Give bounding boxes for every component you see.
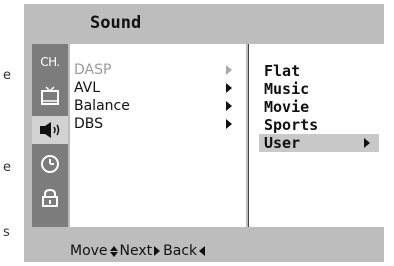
sidebar-item-time[interactable]: [32, 150, 68, 178]
preset-options-panel: Flat Music Movie Sports User: [248, 44, 385, 227]
edge-letter-bottom: s: [3, 225, 10, 240]
key-hint-bar: Move Next Back: [70, 240, 207, 262]
edge-letter-middle: e: [3, 160, 11, 175]
hint-next-label: Next: [119, 243, 153, 259]
option-sports[interactable]: Sports: [259, 116, 379, 134]
sound-menu-panel: DASP AVL Balance DBS: [70, 44, 246, 227]
menu-item-dasp[interactable]: DASP: [74, 62, 240, 80]
sidebar-item-picture[interactable]: [32, 82, 68, 110]
chevron-right-icon: [226, 83, 232, 93]
osd-window: Sound CH. DASP AVL Balance DBS Flat Musi…: [24, 4, 385, 262]
tv-icon: [41, 86, 59, 105]
option-label: User: [264, 134, 301, 152]
lock-icon: [42, 188, 58, 207]
channel-icon: CH.: [40, 55, 60, 69]
menu-item-dbs[interactable]: DBS: [74, 116, 240, 134]
hint-move-label: Move: [70, 243, 108, 259]
window-title: Sound: [90, 13, 142, 33]
chevron-right-icon: [226, 65, 232, 75]
chevron-right-icon: [364, 138, 370, 148]
option-movie[interactable]: Movie: [259, 98, 379, 116]
option-label: Music: [264, 80, 310, 98]
chevron-right-icon: [226, 101, 232, 111]
speaker-icon: [40, 122, 60, 138]
right-arrow-icon: [154, 246, 161, 256]
menu-item-label: DASP: [74, 62, 112, 78]
clock-icon: [41, 155, 59, 173]
sidebar-item-sound[interactable]: [32, 116, 68, 144]
edge-letter-top: e: [3, 68, 11, 83]
menu-item-label: AVL: [74, 80, 101, 96]
left-arrow-icon: [199, 246, 206, 256]
sidebar-item-channel[interactable]: CH.: [32, 48, 68, 76]
sidebar-item-lock[interactable]: [32, 184, 68, 212]
option-label: Movie: [264, 98, 310, 116]
option-label: Flat: [264, 62, 301, 80]
menu-item-label: DBS: [74, 116, 104, 132]
option-user[interactable]: User: [259, 134, 379, 152]
menu-item-balance[interactable]: Balance: [74, 98, 240, 116]
header-bar: Sound: [24, 4, 384, 40]
hint-back-label: Back: [163, 243, 198, 259]
category-sidebar: CH.: [32, 44, 68, 227]
option-music[interactable]: Music: [259, 80, 379, 98]
menu-item-label: Balance: [74, 98, 130, 114]
chevron-right-icon: [226, 119, 232, 129]
option-flat[interactable]: Flat: [259, 62, 379, 80]
up-down-arrow-icon: [109, 245, 118, 257]
option-label: Sports: [264, 116, 319, 134]
menu-item-avl[interactable]: AVL: [74, 80, 240, 98]
